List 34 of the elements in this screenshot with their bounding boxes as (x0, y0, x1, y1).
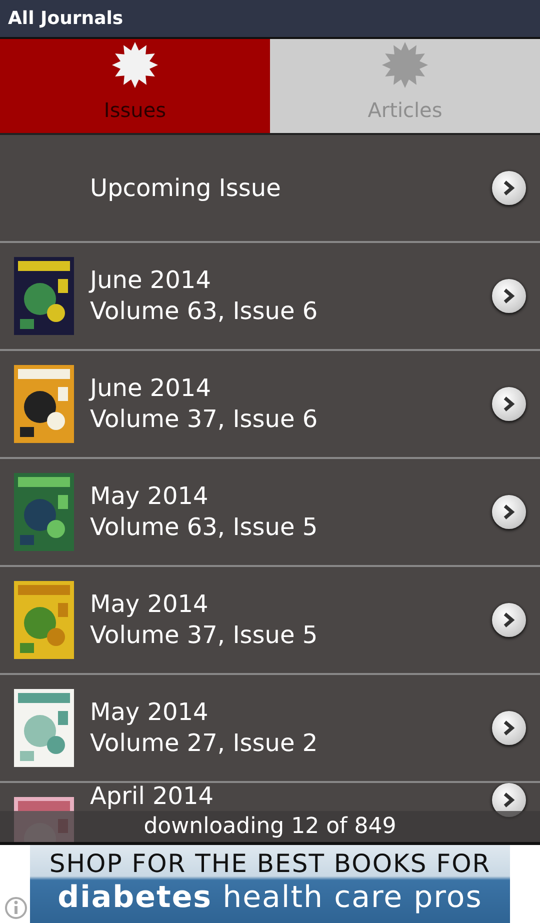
ad-tagline: diabetes health care pros (58, 879, 482, 917)
issue-volume: Volume 27, Issue 2 (90, 728, 319, 759)
issue-volume: Volume 63, Issue 5 (90, 512, 319, 543)
chevron-icon (502, 396, 516, 412)
issue-title: Upcoming Issue (90, 172, 282, 204)
chevron-button[interactable] (492, 387, 526, 421)
screen-title: All Journals (8, 7, 124, 31)
issue-date: June 2014 (90, 265, 212, 296)
issue-volume: Volume 37, Issue 5 (90, 620, 319, 651)
tab[interactable]: Issues (0, 39, 270, 133)
issue-date: May 2014 (90, 481, 210, 512)
starburst-icon (111, 41, 159, 89)
chevron-icon (502, 180, 516, 196)
chevron-icon (502, 288, 516, 304)
chevron-button[interactable] (492, 711, 526, 745)
issue-date: May 2014 (90, 697, 210, 728)
chevron-icon (502, 720, 516, 736)
download-status: downloading 12 of 849 (144, 813, 396, 841)
chevron-button[interactable] (492, 603, 526, 637)
chevron-button[interactable] (492, 279, 526, 313)
issue-date: April 2014 (90, 783, 215, 809)
issue-date: June 2014 (90, 373, 212, 404)
chevron-button[interactable] (492, 171, 526, 205)
tab[interactable]: Articles (270, 39, 540, 133)
chevron-icon (502, 792, 516, 808)
ad-headline: SHOP FOR THE BEST BOOKS FOR (49, 849, 491, 879)
chevron-icon (502, 612, 516, 628)
starburst-icon (381, 41, 429, 89)
chevron-button[interactable] (492, 495, 526, 529)
issue-volume: Volume 37, Issue 6 (90, 404, 319, 435)
ad-banner[interactable]: SHOP FOR THE BEST BOOKS FOR diabetes health care pros (30, 845, 510, 923)
chevron-icon (502, 504, 516, 520)
issue-volume: Volume 63, Issue 6 (90, 296, 319, 327)
issue-date: May 2014 (90, 589, 210, 620)
